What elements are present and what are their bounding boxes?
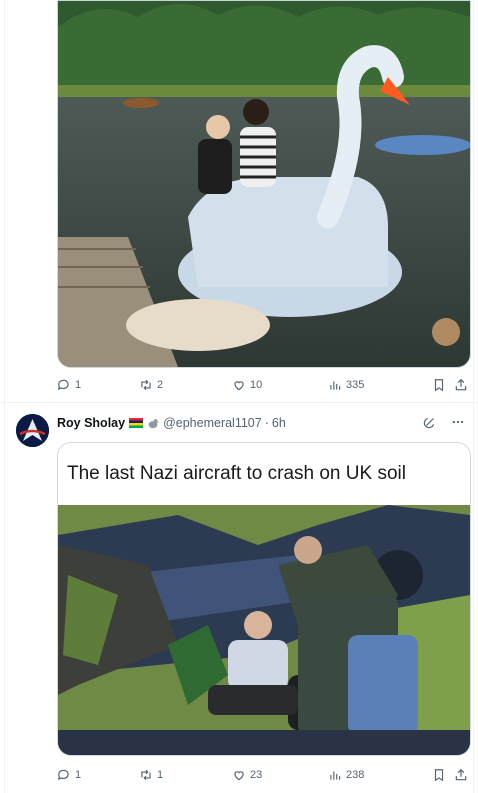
post-actions: 1 2 10 335	[57, 375, 471, 395]
header-actions	[423, 415, 465, 432]
tweet-post-1[interactable]: 1 2 10 335	[5, 0, 473, 402]
bookmark-button[interactable]	[427, 378, 451, 392]
share-icon	[455, 378, 467, 391]
post-actions: 1 1 23 238	[57, 765, 471, 785]
swan-boat-photo	[58, 0, 470, 367]
like-button[interactable]: 10	[232, 378, 328, 392]
reply-count: 1	[75, 769, 82, 781]
repost-button[interactable]: 1	[139, 768, 232, 782]
flag-icon	[129, 418, 144, 428]
timeline-border-right	[473, 0, 474, 793]
share-button[interactable]	[451, 768, 471, 782]
separator-dot: ·	[264, 416, 269, 430]
reply-button[interactable]: 1	[57, 378, 139, 392]
reply-count: 1	[75, 379, 82, 391]
repost-count: 2	[157, 379, 164, 391]
views-count: 335	[346, 379, 365, 391]
share-icon	[455, 768, 467, 781]
post-time[interactable]: 6h	[272, 416, 286, 430]
meme-caption-text: The last Nazi aircraft to crash on UK so…	[67, 463, 406, 484]
views-button[interactable]: 238	[328, 768, 424, 782]
more-icon	[452, 420, 464, 423]
views-count: 238	[346, 769, 365, 781]
bookmark-button[interactable]	[427, 768, 451, 782]
views-icon	[330, 381, 341, 390]
grok-icon	[423, 417, 435, 428]
author-name[interactable]: Roy Sholay	[57, 416, 125, 430]
tweet-post-2[interactable]: Roy Sholay @ephemeral1107 · 6h The last …	[5, 403, 473, 793]
like-icon	[234, 771, 244, 781]
repost-icon	[141, 379, 151, 391]
views-button[interactable]: 335	[328, 378, 424, 392]
like-count: 10	[250, 379, 263, 391]
meme-caption: The last Nazi aircraft to crash on UK so…	[58, 443, 470, 506]
reply-icon	[57, 379, 69, 391]
author-handle[interactable]: @ephemeral1107	[163, 416, 262, 430]
like-button[interactable]: 23	[232, 768, 328, 782]
reply-icon	[57, 769, 69, 781]
post-header: Roy Sholay @ephemeral1107 · 6h	[57, 414, 465, 432]
avatar-image	[16, 414, 49, 447]
bookmark-icon	[434, 769, 444, 782]
share-button[interactable]	[451, 378, 471, 392]
post-image-crash[interactable]: The last Nazi aircraft to crash on UK so…	[57, 442, 471, 756]
grok-button[interactable]	[423, 415, 437, 432]
repost-count: 1	[157, 769, 164, 781]
post-image-swan-boat[interactable]	[57, 0, 471, 368]
repost-button[interactable]: 2	[139, 378, 232, 392]
dodo-icon	[148, 419, 160, 429]
avatar[interactable]	[16, 414, 49, 447]
more-button[interactable]	[451, 415, 465, 432]
plane-crash-photo	[58, 505, 470, 755]
reply-button[interactable]: 1	[57, 768, 139, 782]
views-icon	[330, 771, 341, 780]
bookmark-icon	[434, 379, 444, 392]
repost-icon	[141, 769, 151, 781]
like-count: 23	[250, 769, 263, 781]
like-icon	[234, 381, 244, 391]
